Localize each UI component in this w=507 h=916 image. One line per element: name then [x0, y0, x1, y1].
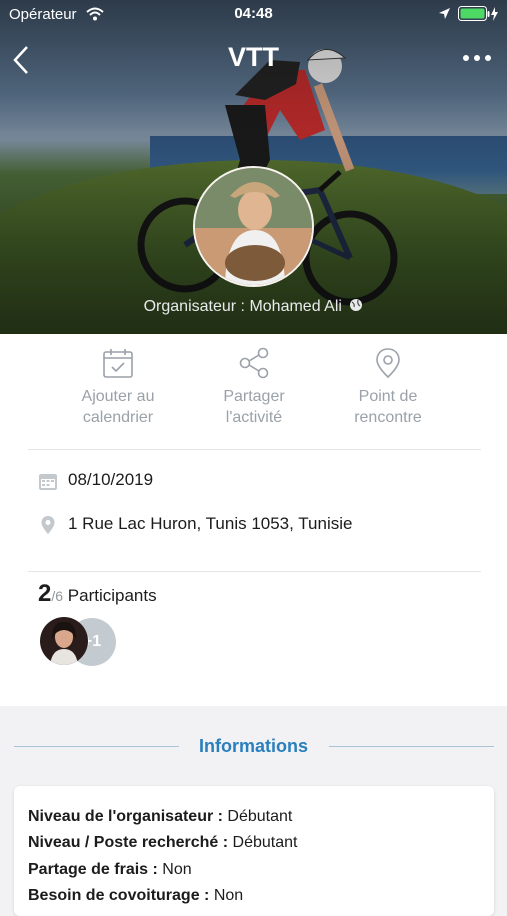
participant-max: /6: [51, 588, 64, 604]
participant-avatar[interactable]: [40, 617, 88, 665]
organizer-line[interactable]: Organisateur : Mohamed Ali: [0, 298, 507, 316]
info-value: Non: [162, 861, 192, 878]
location-pin-icon: [41, 516, 55, 534]
info-label: Besoin de covoiturage :: [28, 887, 210, 904]
event-date: 08/10/2019: [68, 470, 154, 489]
event-address: 1 Rue Lac Huron, Tunis 1053, Tunisie: [68, 514, 353, 533]
participants-header: 2/6 Participants: [38, 580, 157, 608]
divider: [28, 571, 481, 572]
status-bar: Opérateur 04:48: [0, 0, 507, 28]
clock: 04:48: [234, 5, 273, 22]
info-value: Non: [213, 887, 244, 904]
share-activity-line2: l'activité: [225, 409, 283, 426]
info-label: Niveau de l'organisateur :: [28, 808, 223, 825]
participants-label: Participants: [67, 586, 157, 605]
location-arrow-icon: [439, 8, 450, 19]
divider: [28, 449, 481, 450]
participant-count: 2: [38, 580, 52, 607]
meeting-point-line2: rencontre: [354, 409, 422, 426]
activity-details: Ajouter au calendrier Partager l'activit…: [0, 334, 507, 706]
calendar-small-icon: [39, 474, 57, 490]
more-options-icon[interactable]: [461, 48, 493, 68]
map-pin-icon: [376, 348, 400, 379]
page-title: VTT: [228, 42, 279, 72]
informations-card: Niveau de l'organisateur : Débutant Nive…: [14, 786, 494, 916]
calendar-icon: [103, 349, 133, 378]
share-icon: [239, 347, 269, 379]
action-bar: Ajouter au calendrier Partager l'activit…: [0, 346, 507, 438]
organizer-photo: [195, 168, 312, 285]
info-label: Partage de frais :: [28, 861, 158, 878]
info-row: Niveau de l'organisateur : Débutant: [28, 808, 292, 826]
add-to-calendar-line2: calendrier: [82, 409, 154, 426]
info-row: Besoin de covoiturage : Non: [28, 887, 243, 905]
share-activity-line1: Partager: [223, 388, 285, 405]
info-label: Niveau / Poste recherché :: [28, 834, 229, 851]
section-line-right: [329, 746, 494, 747]
add-to-calendar-line1: Ajouter au: [81, 388, 155, 405]
participant-photo: [40, 617, 88, 665]
globe-icon: [350, 299, 363, 311]
meeting-point-button[interactable]: Point de rencontre: [318, 346, 458, 428]
share-activity-button[interactable]: Partager l'activité: [184, 346, 324, 428]
info-row: Partage de frais : Non: [28, 861, 192, 879]
add-to-calendar-button[interactable]: Ajouter au calendrier: [48, 346, 188, 428]
info-value: Débutant: [232, 834, 298, 851]
meeting-point-line1: Point de: [358, 388, 418, 405]
battery-icon: [458, 6, 498, 21]
organizer-avatar[interactable]: [193, 166, 314, 287]
organizer-name: Organisateur : Mohamed Ali: [143, 298, 342, 315]
info-value: Débutant: [227, 808, 293, 825]
info-row: Niveau / Poste recherché : Débutant: [28, 834, 297, 852]
